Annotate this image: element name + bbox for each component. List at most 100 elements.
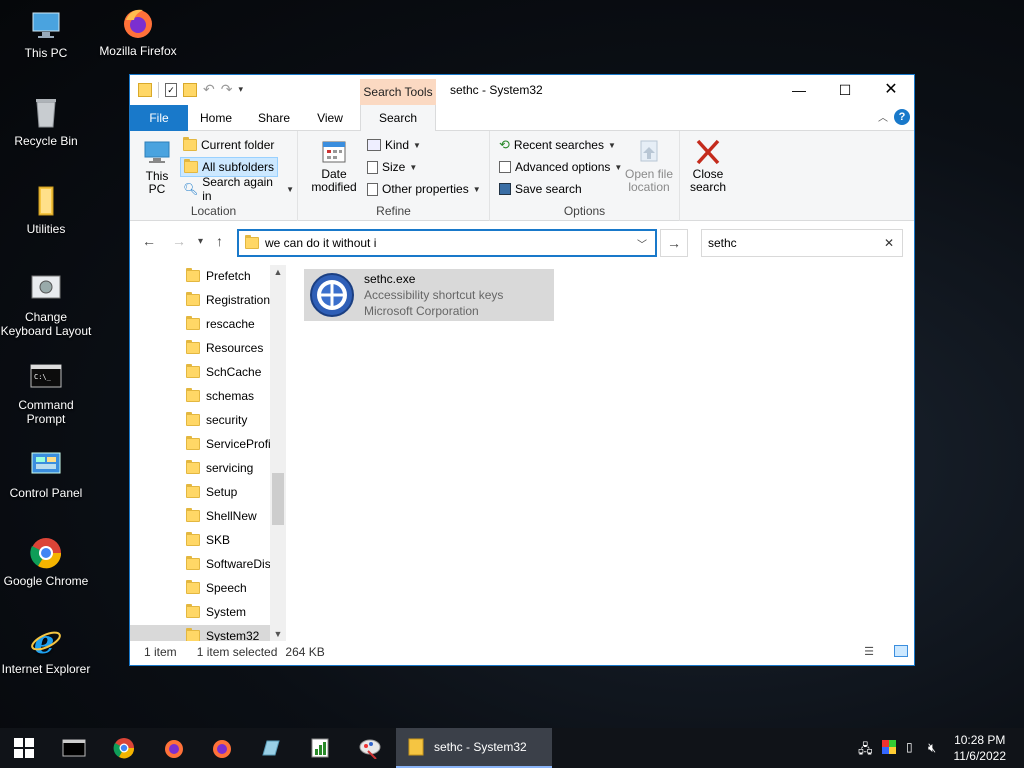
- navigation-pane: Prefetch Registration rescache Resources Sch…: [130, 265, 286, 641]
- desktop-icon-control-panel[interactable]: Control Panel: [0, 448, 94, 500]
- advanced-options-button[interactable]: Advanced options ▼: [496, 157, 625, 177]
- desktop-icon-utilities[interactable]: Utilities: [0, 184, 94, 236]
- display-tray-icon[interactable]: [882, 740, 896, 757]
- forward-button[interactable]: →: [172, 233, 186, 249]
- search-result-item[interactable]: sethc.exe Accessibility shortcut keys Mi…: [304, 269, 554, 321]
- open-file-location-button[interactable]: Open file location: [618, 139, 680, 194]
- close-search-button[interactable]: Close search: [682, 139, 734, 194]
- minimize-button[interactable]: —: [776, 75, 822, 105]
- tab-search[interactable]: Search: [360, 105, 436, 132]
- large-icons-view-icon[interactable]: [894, 645, 908, 657]
- network-tray-icon[interactable]: 🖧︎: [858, 740, 873, 762]
- taskbar-command-prompt[interactable]: [50, 728, 98, 768]
- group-label-refine: Refine: [376, 204, 411, 218]
- folder-icon: [186, 436, 200, 450]
- desktop-icon-firefox[interactable]: Mozilla Firefox: [90, 6, 186, 58]
- desktop-icon-label: This PC: [24, 46, 68, 60]
- taskbar-app-7[interactable]: [346, 728, 394, 768]
- maximize-button[interactable]: ☐: [822, 75, 868, 105]
- nav-item-label: Prefetch: [206, 269, 251, 283]
- view-toggle: ☰: [850, 645, 908, 658]
- scroll-down-icon[interactable]: ▼: [270, 629, 286, 639]
- tab-share[interactable]: Share: [244, 105, 304, 131]
- taskbar-active-explorer[interactable]: sethc - System32: [396, 728, 552, 768]
- scroll-up-icon[interactable]: ▲: [270, 267, 286, 277]
- tab-file[interactable]: File: [130, 105, 188, 131]
- desktop-icon-command-prompt[interactable]: C:\_ Command Prompt: [0, 360, 94, 426]
- help-icon[interactable]: ?: [894, 109, 910, 125]
- desktop-icon-label: Mozilla Firefox: [99, 44, 177, 58]
- usb-tray-icon[interactable]: ▯: [906, 740, 913, 754]
- taskbar-app-5[interactable]: [246, 728, 294, 768]
- accessibility-icon: [310, 273, 354, 317]
- up-button[interactable]: ↑: [216, 233, 223, 249]
- go-button[interactable]: →: [660, 229, 688, 257]
- save-search-button[interactable]: Save search: [496, 179, 585, 199]
- taskbar-firefox[interactable]: [150, 728, 198, 768]
- recent-locations-icon[interactable]: ▾: [198, 236, 203, 247]
- chevron-down-icon: ▼: [286, 184, 294, 194]
- folder-icon: [29, 184, 63, 218]
- clock[interactable]: 10:28 PM 11/6/2022: [954, 732, 1007, 764]
- undo-icon[interactable]: ↶: [203, 81, 215, 98]
- control-panel-icon: [29, 448, 63, 482]
- current-folder-button[interactable]: Current folder: [180, 135, 277, 155]
- tab-view[interactable]: View: [304, 105, 356, 131]
- search-box[interactable]: ✕: [701, 229, 903, 257]
- selected-count: 1 item selected: [196, 645, 278, 659]
- redo-icon[interactable]: ↷: [221, 81, 233, 98]
- taskbar-active-label: sethc - System32: [434, 740, 527, 754]
- this-pc-button[interactable]: This PC: [138, 139, 176, 196]
- recent-searches-label: Recent searches: [513, 138, 604, 152]
- size-button[interactable]: Size ▼: [364, 157, 420, 177]
- start-button[interactable]: [0, 728, 48, 768]
- taskbar-app-6[interactable]: [296, 728, 344, 768]
- search-input[interactable]: [708, 236, 868, 250]
- ribbon-tabs: File Home Share View Search ︿ ?: [130, 105, 914, 132]
- customize-toolbar-icon[interactable]: ▾: [238, 84, 243, 95]
- desktop-icon-label: Recycle Bin: [14, 134, 78, 148]
- command-prompt-icon: [62, 739, 86, 757]
- collapse-ribbon-icon[interactable]: ︿: [878, 109, 888, 124]
- all-subfolders-button[interactable]: All subfolders: [180, 157, 279, 177]
- search-result-text: sethc.exe Accessibility shortcut keys Mi…: [364, 271, 503, 319]
- address-input[interactable]: [265, 236, 635, 250]
- chrome-icon: [29, 536, 63, 570]
- properties-icon: [367, 182, 378, 196]
- new-folder-icon[interactable]: [183, 82, 197, 97]
- desktop-icon-label: Control Panel: [9, 486, 83, 500]
- this-pc-label: This PC: [145, 169, 169, 196]
- address-bar[interactable]: ﹀: [237, 229, 657, 257]
- close-button[interactable]: ✕: [868, 75, 914, 105]
- date-modified-button[interactable]: Date modified: [302, 139, 366, 194]
- folder-icon: [186, 292, 200, 306]
- save-search-label: Save search: [515, 182, 582, 196]
- taskbar-chrome[interactable]: [100, 728, 148, 768]
- other-properties-button[interactable]: Other properties ▼: [364, 179, 484, 199]
- chevron-down-icon[interactable]: ﹀: [637, 236, 647, 251]
- back-button[interactable]: ←: [142, 233, 156, 249]
- folder-icon: [138, 82, 152, 97]
- nav-scrollbar[interactable]: ▲ ▼: [270, 265, 286, 641]
- desktop-icon-google-chrome[interactable]: Google Chrome: [0, 536, 94, 588]
- scroll-thumb[interactable]: [272, 473, 284, 525]
- chevron-down-icon: ▼: [413, 140, 421, 150]
- search-tools-context-tab: Search Tools: [360, 79, 436, 105]
- desktop-icon-recycle-bin[interactable]: Recycle Bin: [0, 96, 94, 148]
- taskbar-firefox-2[interactable]: [198, 728, 246, 768]
- details-view-icon[interactable]: ☰: [864, 645, 874, 658]
- kind-button[interactable]: Kind ▼: [364, 135, 424, 155]
- properties-icon[interactable]: ✓: [165, 82, 177, 97]
- recent-searches-button[interactable]: ⟲ Recent searches ▼: [496, 135, 619, 155]
- tab-home[interactable]: Home: [188, 105, 244, 131]
- ribbon-group-refine: Date modified Kind ▼ Size ▼ Other proper…: [298, 131, 490, 221]
- desktop-icon-this-pc[interactable]: This PC: [0, 8, 94, 60]
- clear-search-icon[interactable]: ✕: [884, 236, 894, 250]
- content-area: Prefetch Registration rescache Resources Sch…: [130, 265, 914, 641]
- search-again-in-button[interactable]: 🔍︎ Search again in ▼: [180, 175, 297, 203]
- desktop-icon-change-keyboard-layout[interactable]: Change Keyboard Layout: [0, 272, 94, 338]
- folder-icon: [186, 532, 200, 546]
- volume-muted-icon[interactable]: 🔇︎: [928, 740, 936, 756]
- nav-item-label: security: [206, 413, 248, 427]
- desktop-icon-internet-explorer[interactable]: e Internet Explorer: [0, 623, 94, 676]
